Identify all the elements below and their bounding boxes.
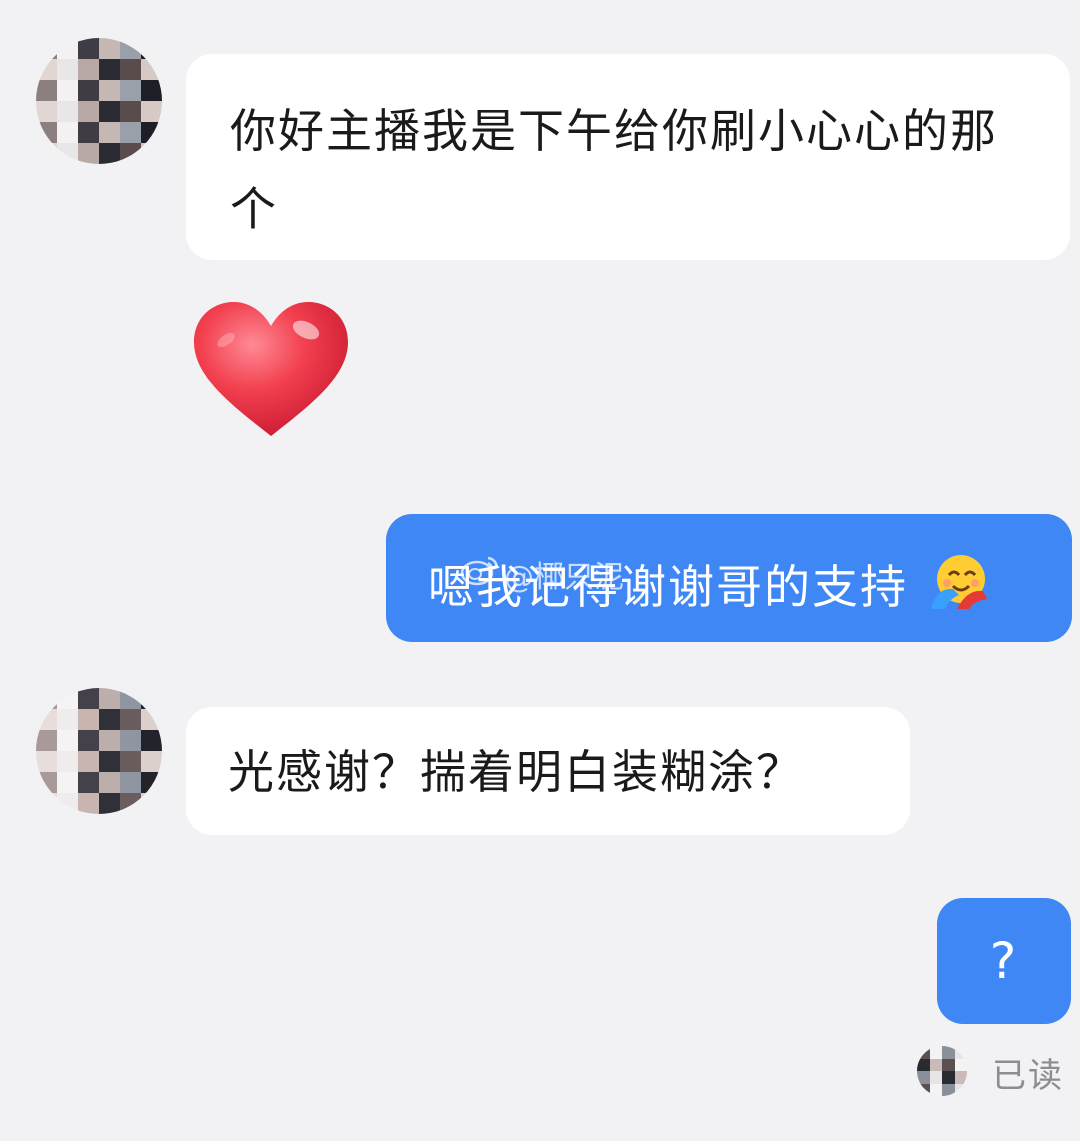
contact-avatar[interactable] bbox=[36, 38, 162, 164]
incoming-message-bubble[interactable]: 光感谢？揣着明白装糊涂？ bbox=[186, 707, 910, 835]
outgoing-message-bubble[interactable]: ? bbox=[937, 898, 1071, 1024]
message-text: 光感谢？揣着明白装糊涂？ bbox=[228, 745, 804, 799]
reader-avatar bbox=[917, 1046, 967, 1096]
message-text: ? bbox=[989, 932, 1019, 990]
read-status: 已读 bbox=[992, 1056, 1064, 1096]
contact-avatar[interactable] bbox=[36, 688, 162, 814]
hugging-face-icon bbox=[927, 553, 991, 621]
outgoing-message-bubble[interactable]: 嗯我记得谢谢哥的支持 bbox=[386, 514, 1072, 642]
message-text: 你好主播我是下午给你刷小心心的那个 bbox=[230, 104, 998, 236]
red-heart-icon[interactable] bbox=[190, 300, 352, 444]
incoming-message-bubble[interactable]: 你好主播我是下午给你刷小心心的那个 bbox=[186, 54, 1070, 260]
message-text: 嗯我记得谢谢哥的支持 bbox=[428, 560, 908, 614]
